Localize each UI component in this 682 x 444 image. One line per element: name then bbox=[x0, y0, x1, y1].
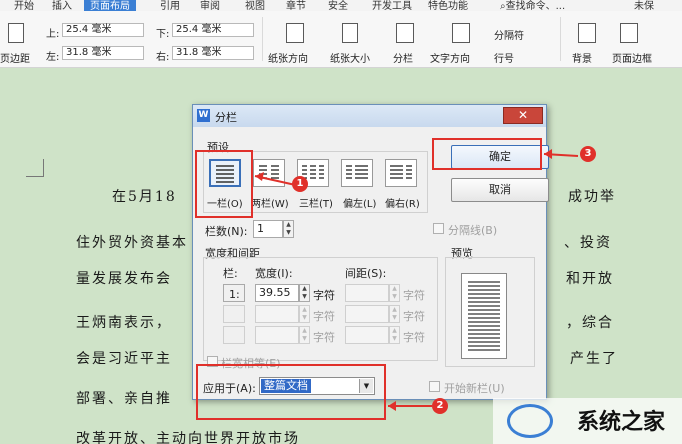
annotation-badge: 1 bbox=[292, 176, 308, 192]
watermark: 系统之家 bbox=[493, 398, 682, 444]
annotation-badge: 2 bbox=[432, 398, 448, 414]
watermark-text: 系统之家 bbox=[577, 410, 666, 435]
annotation-badge: 3 bbox=[580, 146, 596, 162]
watermark-logo-icon bbox=[507, 404, 553, 438]
annotation-arrows bbox=[254, 149, 579, 411]
